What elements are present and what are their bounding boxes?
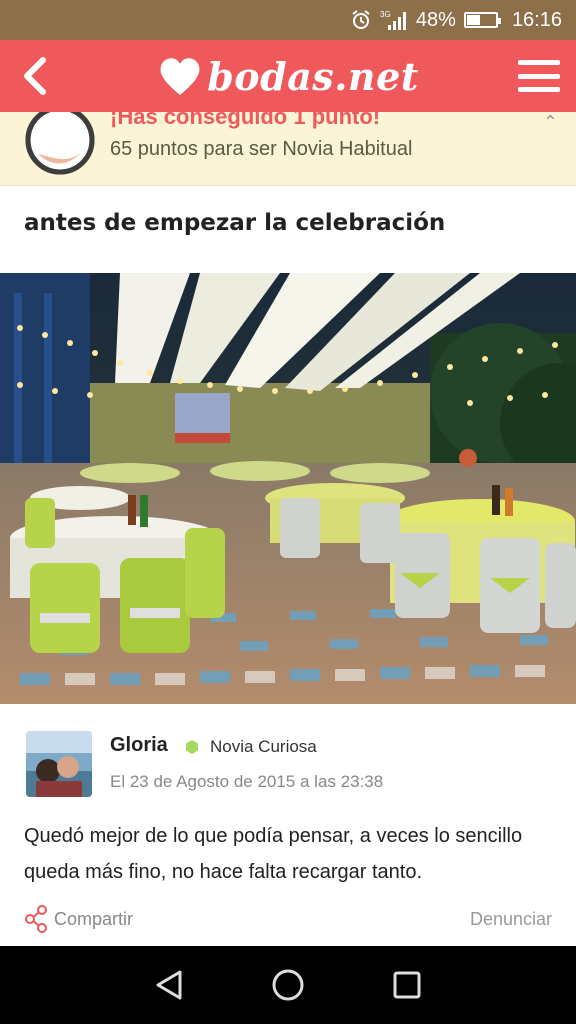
share-button[interactable]: Compartir bbox=[24, 905, 133, 933]
system-nav-bar bbox=[0, 946, 576, 1024]
battery-icon bbox=[463, 12, 501, 28]
battery-percent: 48% bbox=[415, 8, 456, 31]
nav-home-button[interactable] bbox=[268, 965, 308, 1005]
network-label: 3G bbox=[380, 10, 391, 19]
clock: 16:16 bbox=[511, 8, 562, 31]
comment-date: El 23 de Agosto de 2015 a las 23:38 bbox=[110, 772, 384, 791]
banquet-hall-image bbox=[0, 273, 576, 704]
points-subtitle: 65 puntos para ser Novia Habitual bbox=[110, 138, 413, 160]
app-logo: bodas.net bbox=[157, 54, 419, 99]
heart-icon bbox=[160, 58, 200, 95]
menu-button[interactable] bbox=[518, 54, 560, 98]
home-icon bbox=[272, 969, 304, 1001]
nav-back-button[interactable] bbox=[149, 965, 189, 1005]
share-label: Compartir bbox=[54, 908, 134, 929]
alarm-icon bbox=[350, 9, 372, 31]
report-button[interactable]: Denunciar bbox=[470, 909, 552, 930]
chevron-left-icon bbox=[24, 57, 46, 95]
points-badge-icon bbox=[25, 112, 95, 175]
app-header: bodas.net bbox=[0, 40, 576, 112]
author-level: Novia Curiosa bbox=[210, 737, 317, 756]
recents-icon bbox=[393, 971, 421, 999]
hexagon-icon bbox=[186, 740, 198, 754]
comment-text: Quedó mejor de lo que podía pensar, a ve… bbox=[24, 825, 523, 883]
share-icon bbox=[25, 905, 47, 933]
post-title: antes de empezar la celebración bbox=[24, 210, 446, 236]
comment-author[interactable]: Gloria bbox=[110, 734, 168, 757]
chevron-up-icon[interactable]: ⌃ bbox=[543, 112, 558, 133]
nav-recents-button[interactable] bbox=[387, 965, 427, 1005]
post-photo[interactable] bbox=[0, 273, 576, 704]
back-icon bbox=[156, 970, 182, 1000]
avatar-image bbox=[26, 731, 92, 797]
signal-icon: 3G bbox=[380, 9, 408, 31]
back-button[interactable] bbox=[14, 52, 54, 100]
points-title: ¡Has conseguido 1 punto! bbox=[110, 112, 381, 129]
logo-text: bodas.net bbox=[207, 53, 419, 99]
status-bar: 3G 48% 16:16 bbox=[0, 0, 576, 40]
hamburger-icon bbox=[518, 60, 560, 65]
battery-level bbox=[466, 15, 481, 25]
avatar[interactable] bbox=[26, 731, 92, 797]
points-banner[interactable]: ¡Has conseguido 1 punto! 65 puntos para … bbox=[0, 112, 576, 186]
